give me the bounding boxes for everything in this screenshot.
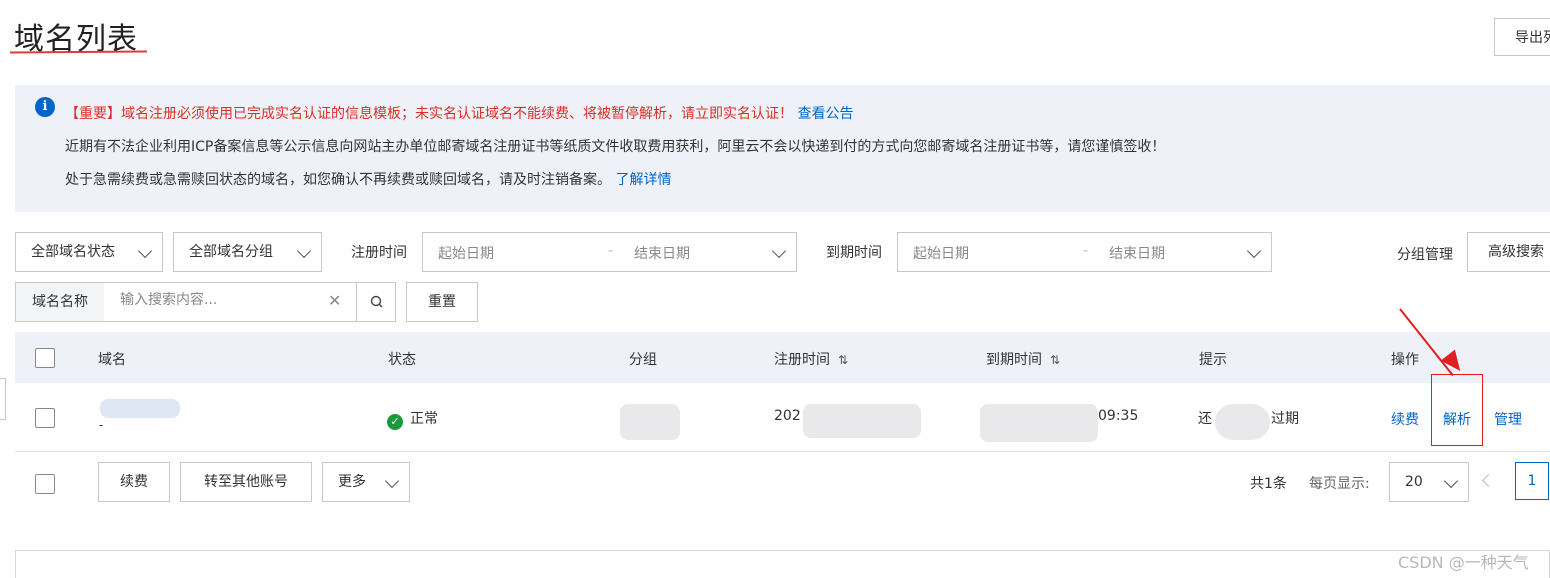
select-all-checkbox[interactable]	[35, 348, 55, 368]
header-expire-time-label: 到期时间	[986, 352, 1042, 368]
domain-search-group: 域名名称 ✕	[15, 282, 396, 322]
view-announcement-link[interactable]: 查看公告	[797, 106, 853, 122]
search-input[interactable]	[120, 292, 320, 308]
expire-time-label: 到期时间	[826, 245, 882, 261]
date-separator: -	[608, 243, 614, 259]
header-expire-time[interactable]: 到期时间 ⇅	[986, 349, 1060, 369]
tip-redacted	[1215, 404, 1270, 440]
side-tab[interactable]	[0, 378, 6, 420]
manage-link[interactable]: 管理	[1494, 409, 1522, 429]
reg-time-text: 202	[774, 408, 801, 424]
watermark: CSDN @一种天气	[1398, 553, 1529, 572]
header-group: 分组	[629, 352, 657, 368]
footer-select-all-checkbox[interactable]	[35, 474, 55, 494]
group-redacted	[620, 404, 680, 440]
header-tip: 提示	[1199, 352, 1227, 368]
check-circle-icon: ✓	[387, 414, 403, 430]
notice-panel: i 【重要】域名注册必须使用已完成实名认证的信息模板；未实名认证域名不能续费、将…	[15, 85, 1550, 212]
search-field-label: 域名名称	[16, 283, 104, 321]
status-select[interactable]: 全部域名状态	[15, 232, 163, 272]
header-actions: 操作	[1391, 352, 1419, 368]
prev-page-button[interactable]	[1480, 474, 1495, 488]
tip-suffix: 过期	[1271, 411, 1299, 427]
chevron-down-icon	[384, 473, 400, 489]
chevron-down-icon	[137, 243, 153, 259]
expire-time-text: 09:35	[1098, 408, 1139, 424]
annotation-highlight-box	[1431, 374, 1483, 446]
expire-start-date[interactable]: 起始日期	[913, 243, 969, 263]
notice-important: 【重要】域名注册必须使用已完成实名认证的信息模板；未实名认证域名不能续费、将被暂…	[65, 103, 853, 123]
reg-time-redacted	[803, 404, 921, 438]
notice-important-text: 【重要】域名注册必须使用已完成实名认证的信息模板；未实名认证域名不能续费、将被暂…	[65, 106, 793, 122]
date-separator: -	[1083, 243, 1089, 259]
status-select-value: 全部域名状态	[31, 244, 115, 260]
notice-renewal-text: 处于急需续费或急需赎回状态的域名，如您确认不再续费或赎回域名，请及时注销备案。	[65, 172, 611, 188]
sort-icon[interactable]: ⇅	[1050, 353, 1060, 367]
chevron-left-icon	[1482, 474, 1495, 487]
table-row: - ✓ 正常 202 09:35 还 过期 续费 解析 管理	[15, 384, 1550, 452]
sort-icon[interactable]: ⇅	[838, 353, 848, 367]
transfer-account-button[interactable]: 转至其他账号	[180, 462, 312, 502]
renew-link[interactable]: 续费	[1391, 409, 1419, 429]
header-domain: 域名	[98, 352, 126, 368]
chevron-down-icon	[296, 243, 312, 259]
learn-more-link[interactable]: 了解详情	[615, 172, 671, 188]
domain-subtext: -	[99, 418, 104, 432]
reg-time-label: 注册时间	[351, 245, 407, 261]
header-reg-time-label: 注册时间	[774, 352, 830, 368]
expire-end-date[interactable]: 结束日期	[1109, 243, 1165, 263]
header-reg-time[interactable]: 注册时间 ⇅	[774, 349, 848, 369]
expire-time-redacted	[980, 404, 1098, 442]
batch-renew-button[interactable]: 续费	[98, 462, 170, 502]
tip-prefix: 还	[1198, 411, 1212, 427]
export-button[interactable]: 导出列	[1494, 18, 1550, 56]
info-icon: i	[35, 97, 55, 117]
notice-renewal: 处于急需续费或急需赎回状态的域名，如您确认不再续费或赎回域名，请及时注销备案。 …	[65, 169, 671, 189]
group-select-value: 全部域名分组	[189, 244, 273, 260]
more-select-label: 更多	[338, 474, 366, 490]
clear-icon[interactable]: ✕	[328, 291, 341, 310]
status-cell: ✓ 正常	[387, 408, 438, 430]
search-button[interactable]	[356, 283, 396, 321]
more-select[interactable]: 更多	[322, 462, 410, 502]
reg-date-range[interactable]: 起始日期 - 结束日期	[422, 232, 797, 272]
header-status: 状态	[388, 352, 416, 368]
group-manage-link[interactable]: 分组管理	[1397, 244, 1453, 264]
status-text: 正常	[410, 411, 438, 427]
row-checkbox[interactable]	[35, 408, 55, 428]
reg-start-date[interactable]: 起始日期	[438, 243, 494, 263]
chevron-down-icon	[771, 243, 787, 259]
total-count: 共1条	[1250, 476, 1287, 492]
notice-fraud-warning: 近期有不法企业利用ICP备案信息等公示信息向网站主办单位邮寄域名注册证书等纸质文…	[65, 139, 1166, 155]
reset-button[interactable]: 重置	[406, 282, 478, 322]
chevron-down-icon	[1443, 473, 1459, 489]
per-page-label: 每页显示:	[1309, 476, 1370, 492]
domain-redacted	[100, 399, 180, 418]
per-page-select[interactable]: 20	[1389, 462, 1469, 502]
chevron-down-icon	[1246, 243, 1262, 259]
advanced-search-button[interactable]: 高级搜索	[1467, 232, 1550, 272]
table-header: 域名 状态 分组 注册时间 ⇅ 到期时间 ⇅ 提示 操作	[15, 332, 1550, 383]
expire-date-range[interactable]: 起始日期 - 结束日期	[897, 232, 1272, 272]
group-select[interactable]: 全部域名分组	[173, 232, 322, 272]
next-panel	[15, 550, 1550, 578]
search-icon	[370, 295, 383, 308]
per-page-value: 20	[1405, 474, 1423, 490]
page-button-current[interactable]: 1	[1515, 462, 1549, 500]
reg-end-date[interactable]: 结束日期	[634, 243, 690, 263]
